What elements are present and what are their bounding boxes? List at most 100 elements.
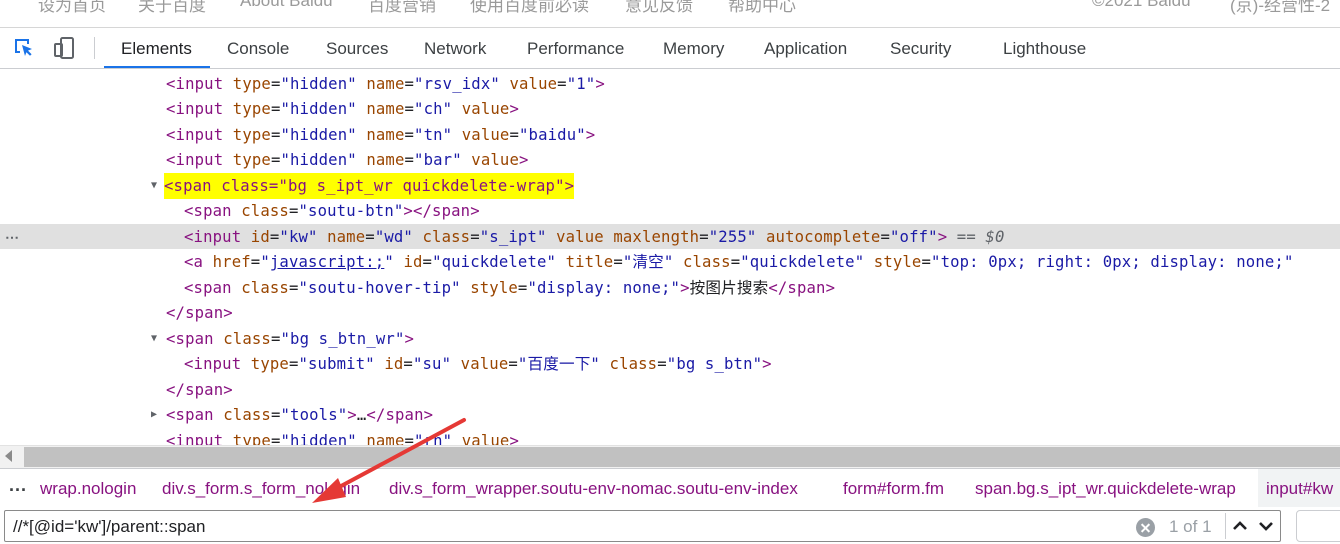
- collapse-triangle-icon[interactable]: ▶: [151, 402, 157, 428]
- tag-close: >: [762, 355, 772, 373]
- active-tab-indicator: [104, 66, 210, 68]
- tab-console[interactable]: Console: [227, 28, 289, 68]
- collapsed-ellipsis[interactable]: …: [357, 406, 367, 424]
- scrollbar-thumb[interactable]: [24, 447, 1340, 467]
- expand-triangle-icon[interactable]: ▼: [151, 173, 157, 199]
- footer-link-about-en[interactable]: About Baidu: [240, 0, 333, 11]
- search-input[interactable]: //*[@id='kw']/parent::span 1 of 1: [4, 510, 1281, 542]
- tag-open: <input: [166, 151, 224, 169]
- dom-node-highlighted[interactable]: ▼ <span class="bg s_ipt_wr quickdelete-w…: [0, 173, 1340, 199]
- dom-node[interactable]: </span>: [0, 377, 1340, 402]
- attr-value: "hidden": [280, 75, 357, 93]
- tab-sources[interactable]: Sources: [326, 28, 388, 68]
- attr-value: "off": [890, 228, 938, 246]
- tab-lighthouse[interactable]: Lighthouse: [1003, 28, 1086, 68]
- tag-open: <span: [184, 202, 232, 220]
- chevron-up-icon[interactable]: [1227, 513, 1253, 539]
- dom-node[interactable]: <span class="soutu-btn"></span>: [0, 198, 1340, 223]
- footer-link-terms[interactable]: 使用百度前必读: [470, 0, 589, 16]
- attr-name: style: [470, 279, 518, 297]
- attr-name: name: [366, 100, 405, 118]
- breadcrumb-overflow-button[interactable]: ...: [9, 475, 27, 496]
- tag-close: >: [937, 228, 948, 246]
- tab-performance[interactable]: Performance: [527, 28, 624, 68]
- devtools-toolbar: Elements Console Sources Network Perform…: [0, 28, 1340, 69]
- attr-name: class: [422, 228, 471, 246]
- attr-value: "tn": [414, 126, 453, 144]
- end-tag: </span>: [768, 279, 836, 297]
- attr-value: "hidden": [280, 100, 357, 118]
- attr-name: href: [212, 253, 251, 271]
- tab-network[interactable]: Network: [424, 28, 486, 68]
- clear-circle-icon[interactable]: [1136, 518, 1155, 537]
- attr-value: "soutu-btn": [298, 202, 404, 220]
- breadcrumb-item[interactable]: div.s_form.s_form_nologin: [162, 469, 360, 507]
- breadcrumb-item[interactable]: div.s_form_wrapper.soutu-env-nomac.soutu…: [389, 469, 798, 507]
- dom-node[interactable]: <input type="hidden" name="tn" value="ba…: [0, 122, 1340, 147]
- tag-close: ></span>: [403, 202, 480, 220]
- dom-node[interactable]: <input type="hidden" name="bar" value>: [0, 147, 1340, 172]
- breadcrumb-item[interactable]: span.bg.s_ipt_wr.quickdelete-wrap: [975, 469, 1236, 507]
- tag-close: >: [680, 279, 690, 297]
- breadcrumb-item[interactable]: wrap.nologin: [40, 469, 136, 507]
- tag-open: <span: [166, 330, 214, 348]
- attr-value: "bg s_btn": [666, 355, 763, 373]
- footer-link-help[interactable]: 帮助中心: [728, 0, 796, 16]
- footer-link-about[interactable]: 关于百度: [138, 0, 206, 16]
- select-element-icon[interactable]: [12, 36, 36, 60]
- attr-name: id: [250, 228, 270, 246]
- scroll-left-arrow-icon[interactable]: [5, 450, 12, 462]
- tab-elements[interactable]: Elements: [121, 28, 192, 68]
- cancel-button[interactable]: [1296, 510, 1340, 542]
- dom-node[interactable]: <input type="hidden" name="rn" value>: [0, 428, 1340, 445]
- tag-close: >: [509, 432, 519, 445]
- footer-link-feedback[interactable]: 意见反馈: [625, 0, 693, 16]
- tab-application[interactable]: Application: [764, 28, 847, 68]
- selected-var: $0: [985, 228, 1005, 246]
- dom-node[interactable]: ▶ <span class="tools">…</span>: [0, 402, 1340, 427]
- tag-close: >: [585, 126, 596, 144]
- attr-name: name: [366, 126, 405, 144]
- attr-name: id: [403, 253, 423, 271]
- attr-name: class: [682, 253, 731, 271]
- tab-security[interactable]: Security: [890, 28, 951, 68]
- device-toggle-icon[interactable]: [52, 36, 76, 60]
- dom-node[interactable]: </span>: [0, 300, 1340, 325]
- tag-open: <input: [184, 355, 242, 373]
- more-actions-icon[interactable]: ⋯: [5, 224, 20, 250]
- footer-link-marketing[interactable]: 百度营销: [368, 0, 436, 16]
- attr-name: type: [250, 355, 289, 373]
- dom-node[interactable]: <input type="submit" id="su" value="百度一下…: [0, 351, 1340, 376]
- dom-node[interactable]: ▼ <span class="bg s_btn_wr">: [0, 326, 1340, 351]
- dom-node-selected[interactable]: ⋯ <input id="kw" name="wd" class="s_ipt"…: [0, 224, 1340, 249]
- attr-name: name: [366, 151, 405, 169]
- attr-name: name: [327, 228, 366, 246]
- breadcrumb-item-current[interactable]: input#kw: [1258, 469, 1340, 507]
- footer-link-home[interactable]: 设为首页: [38, 0, 106, 16]
- tab-memory[interactable]: Memory: [663, 28, 724, 68]
- attr-name: type: [232, 432, 271, 445]
- dom-node[interactable]: <span class="soutu-hover-tip" style="dis…: [0, 275, 1340, 300]
- dom-node[interactable]: <a href="javascript:;" id="quickdelete" …: [0, 249, 1340, 274]
- attr-name: class: [241, 202, 289, 220]
- chevron-down-icon[interactable]: [1253, 513, 1279, 539]
- href-link[interactable]: javascript:;: [270, 253, 384, 271]
- attr-value: "display: none;": [527, 279, 681, 297]
- attr-value: "255": [708, 228, 757, 246]
- attr-value: "bg s_btn_wr": [280, 330, 405, 348]
- tag-close: >: [404, 330, 415, 348]
- horizontal-scrollbar[interactable]: [0, 445, 1340, 468]
- expand-triangle-icon[interactable]: ▼: [151, 326, 157, 352]
- breadcrumb-item[interactable]: form#form.fm: [843, 469, 944, 507]
- selected-marker: ==: [947, 228, 986, 246]
- search-bar: //*[@id='kw']/parent::span 1 of 1: [0, 507, 1340, 544]
- tag-open: <input: [166, 432, 224, 445]
- match-count: 1 of 1: [1169, 517, 1212, 536]
- dom-node[interactable]: <input type="hidden" name="ch" value>: [0, 96, 1340, 121]
- attr-name: value: [461, 100, 510, 118]
- dom-node[interactable]: <input type="hidden" name="rsv_idx" valu…: [0, 71, 1340, 96]
- attr-value: "清空": [622, 253, 674, 271]
- search-nav-divider: [1225, 513, 1226, 539]
- attr-value: "quickdelete": [432, 253, 557, 271]
- attr-quote: ": [260, 253, 270, 271]
